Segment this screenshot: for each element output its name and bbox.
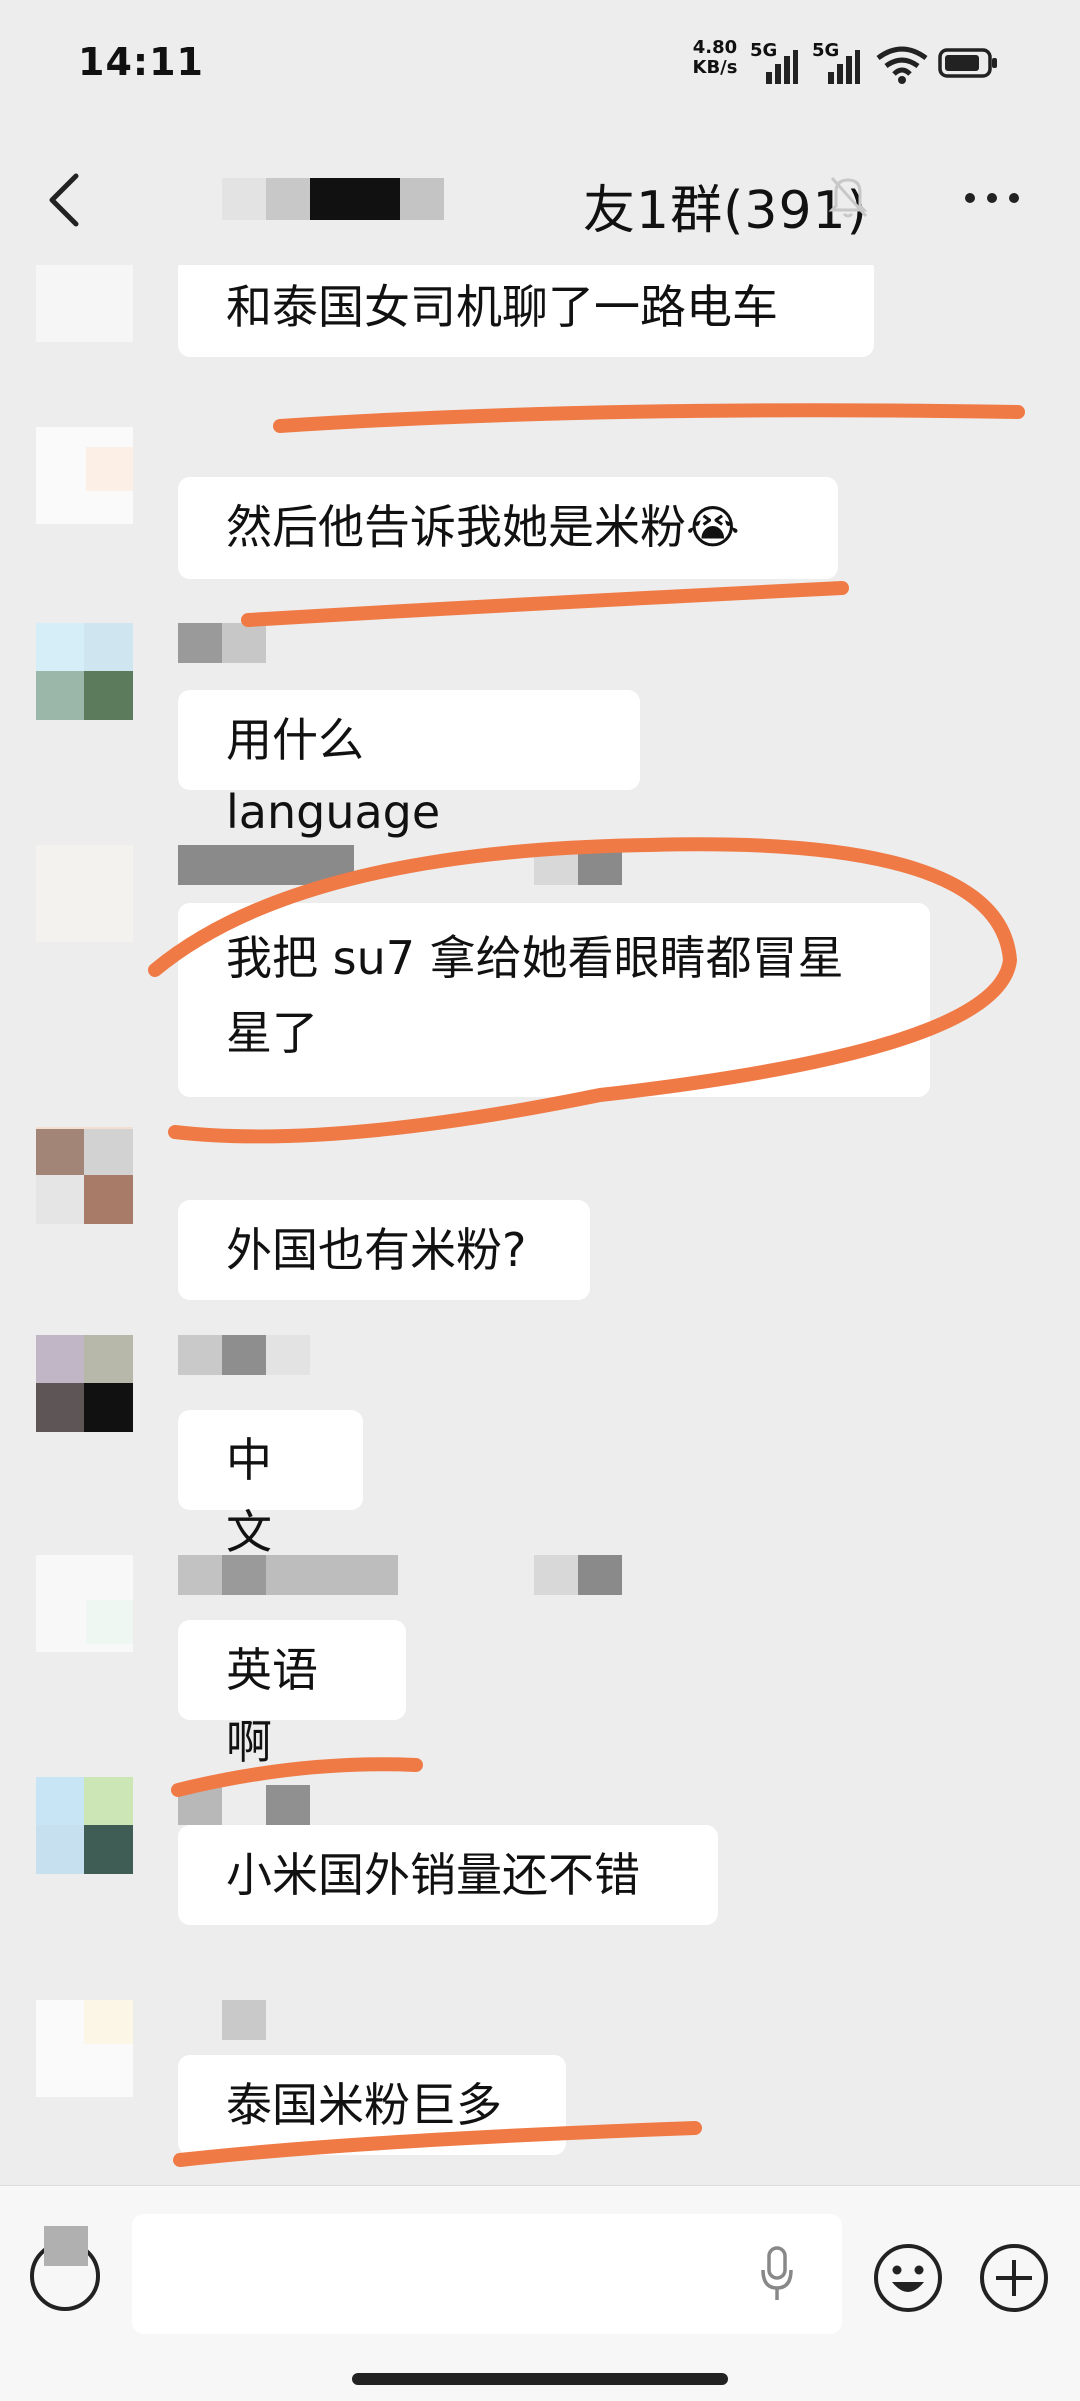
message-bubble[interactable]: 泰国米粉巨多 bbox=[178, 2055, 566, 2155]
avatar[interactable] bbox=[36, 1335, 133, 1432]
title-blur bbox=[400, 178, 444, 220]
message-bubble[interactable]: 用什么 language bbox=[178, 690, 640, 839]
message-input[interactable] bbox=[132, 2214, 842, 2334]
message-text: 外国也有米粉? bbox=[226, 1223, 527, 1277]
mic-icon[interactable] bbox=[760, 2246, 794, 2302]
bell-muted-icon bbox=[828, 176, 868, 218]
status-time: 14:11 bbox=[78, 40, 204, 84]
message-bubble[interactable]: 小米国外销量还不错 bbox=[178, 1825, 718, 1925]
message-bubble[interactable]: 和泰国女司机聊了一路电车 bbox=[178, 265, 874, 357]
message-text: 中文 bbox=[226, 1433, 272, 1559]
net-speed-unit: KB/s bbox=[692, 57, 738, 78]
avatar[interactable] bbox=[36, 1127, 133, 1224]
net-speed-value: 4.80 bbox=[692, 37, 738, 58]
message-text: 英语啊 bbox=[226, 1643, 318, 1769]
chat-list[interactable]: 和泰国女司机聊了一路电车 然后他告诉我她是米粉😭 用什么 language 我把… bbox=[0, 265, 1080, 2185]
message-text: 我把 su7 拿给她看眼睛都冒星 bbox=[226, 931, 844, 985]
title-blur bbox=[222, 178, 266, 220]
avatar[interactable] bbox=[36, 427, 133, 524]
chat-header: 友1群(391) bbox=[0, 130, 1080, 265]
avatar[interactable] bbox=[36, 1555, 133, 1652]
input-bar bbox=[0, 2185, 1080, 2401]
message-bubble[interactable]: 英语啊 bbox=[178, 1620, 406, 1769]
message-text: 泰国米粉巨多 bbox=[226, 2078, 502, 2132]
wifi-icon bbox=[876, 46, 928, 84]
title-blur bbox=[310, 178, 400, 220]
avatar[interactable] bbox=[36, 265, 133, 342]
message-text: 用什么 language bbox=[226, 713, 441, 839]
message-text: 和泰国女司机聊了一路电车 bbox=[226, 280, 778, 334]
more-dots-icon[interactable] bbox=[962, 188, 1022, 208]
title-blur bbox=[266, 178, 310, 220]
emoji-icon[interactable] bbox=[872, 2242, 944, 2314]
message-bubble[interactable]: 然后他告诉我她是米粉😭 bbox=[178, 477, 838, 579]
message-text: 然后他告诉我她是米粉 bbox=[226, 500, 686, 554]
crying-laughing-emoji: 😭 bbox=[686, 500, 740, 554]
chevron-left-icon[interactable] bbox=[44, 170, 84, 230]
home-indicator[interactable] bbox=[352, 2373, 728, 2385]
net-speed: 4.80 KB/s bbox=[688, 38, 742, 78]
battery-icon bbox=[938, 48, 997, 78]
message-bubble[interactable]: 中文 bbox=[178, 1410, 363, 1559]
avatar[interactable] bbox=[36, 623, 133, 720]
message-bubble[interactable]: 我把 su7 拿给她看眼睛都冒星 星了 bbox=[178, 903, 930, 1097]
avatar[interactable] bbox=[36, 845, 133, 942]
message-bubble[interactable]: 外国也有米粉? bbox=[178, 1200, 590, 1300]
status-bar: 14:11 4.80 KB/s 5G 5G bbox=[0, 0, 1080, 130]
message-text-line2: 星了 bbox=[226, 1006, 318, 1060]
avatar[interactable] bbox=[36, 1777, 133, 1874]
avatar[interactable] bbox=[36, 2000, 133, 2097]
voice-blur bbox=[44, 2226, 88, 2266]
message-text: 小米国外销量还不错 bbox=[226, 1848, 640, 1902]
plus-icon[interactable] bbox=[978, 2242, 1050, 2314]
